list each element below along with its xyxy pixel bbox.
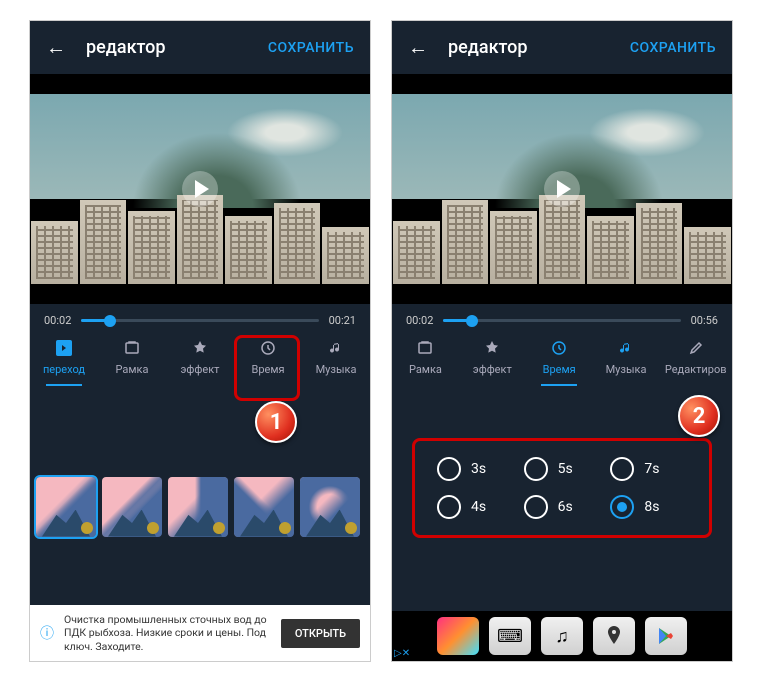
page-title: редактор <box>86 37 248 58</box>
time-option-3s[interactable]: 3s <box>437 457 514 481</box>
radio-icon <box>524 457 548 481</box>
thumb-2[interactable] <box>102 477 162 537</box>
frame-icon <box>123 339 141 357</box>
dock-app-play[interactable] <box>645 617 687 655</box>
frame-icon <box>416 339 434 357</box>
back-icon[interactable]: ← <box>408 35 428 60</box>
dock-app-likee[interactable] <box>437 617 479 655</box>
tab-effect[interactable]: эффект <box>172 339 228 386</box>
video-preview[interactable] <box>30 74 370 304</box>
thumb-4[interactable] <box>234 477 294 537</box>
tool-tabs: переход Рамка эффект Время Музыка 1 <box>30 333 370 398</box>
app-header: ← редактор СОХРАНИТЬ <box>392 21 732 74</box>
time-option-5s[interactable]: 5s <box>524 457 601 481</box>
time-option-6s[interactable]: 6s <box>524 495 601 519</box>
tab-label: Музыка <box>606 363 647 376</box>
tab-label: Время <box>543 363 576 376</box>
clock-icon <box>259 339 277 357</box>
ad-marker-icon[interactable]: ▷✕ <box>394 648 410 659</box>
screenshot-right: ← редактор СОХРАНИТЬ 00:02 00:56 Рамка э… <box>391 20 733 662</box>
music-icon <box>327 339 345 357</box>
save-button[interactable]: СОХРАНИТЬ <box>630 40 716 56</box>
time-option-7s[interactable]: 7s <box>610 457 687 481</box>
time-option-4s[interactable]: 4s <box>437 495 514 519</box>
tab-music[interactable]: Музыка <box>598 339 654 386</box>
time-option-8s[interactable]: 8s <box>610 495 687 519</box>
play-icon[interactable] <box>544 171 580 207</box>
star-icon <box>483 339 501 357</box>
ad-text: Очистка промышленных сточных вод до ПДК … <box>64 613 271 654</box>
page-title: редактор <box>448 37 610 58</box>
dock-app-location[interactable] <box>593 617 635 655</box>
play-icon[interactable] <box>182 171 218 207</box>
tool-tabs: Рамка эффект Время Музыка Редактиров 2 <box>392 333 732 398</box>
step-badge-2: 2 <box>678 395 720 437</box>
clock-icon <box>550 339 568 357</box>
edit-icon <box>687 339 705 357</box>
video-preview[interactable] <box>392 74 732 304</box>
thumb-3[interactable] <box>168 477 228 537</box>
tab-label: Музыка <box>316 363 357 376</box>
save-button[interactable]: СОХРАНИТЬ <box>268 40 354 56</box>
radio-icon <box>524 495 548 519</box>
radio-icon-checked <box>610 495 634 519</box>
tab-time[interactable]: Время <box>240 339 296 386</box>
star-icon <box>191 339 209 357</box>
thumb-1[interactable] <box>36 477 96 537</box>
time-total: 00:21 <box>329 314 356 327</box>
time-current: 00:02 <box>406 314 433 327</box>
thumb-5[interactable] <box>300 477 360 537</box>
ad-info-icon[interactable]: ⓘ <box>40 623 54 643</box>
tab-label: Рамка <box>409 363 442 376</box>
screenshot-left: ← редактор СОХРАНИТЬ 00:02 00:21 переход… <box>29 20 371 662</box>
radio-icon <box>437 457 461 481</box>
dock-app-music[interactable]: ♫ <box>541 617 583 655</box>
radio-icon <box>437 495 461 519</box>
tab-frame[interactable]: Рамка <box>104 339 160 386</box>
dock-app-keyboard[interactable]: ⌨ <box>489 617 531 655</box>
tab-frame[interactable]: Рамка <box>397 339 453 386</box>
tab-effect[interactable]: эффект <box>464 339 520 386</box>
tab-music[interactable]: Музыка <box>308 339 364 386</box>
app-header: ← редактор СОХРАНИТЬ <box>30 21 370 74</box>
radio-icon <box>610 457 634 481</box>
tab-time[interactable]: Время <box>531 339 587 386</box>
time-options-panel: 3s 5s 7s 4s 6s 8s <box>392 398 732 611</box>
time-total: 00:56 <box>691 314 718 327</box>
tab-label: эффект <box>473 363 512 376</box>
music-icon <box>617 339 635 357</box>
seek-track[interactable] <box>81 319 318 322</box>
tab-label: эффект <box>181 363 220 376</box>
tab-transition[interactable]: переход <box>36 339 92 386</box>
step-badge-1: 1 <box>255 401 297 443</box>
timeline[interactable]: 00:02 00:21 <box>30 304 370 333</box>
transition-thumbnails <box>30 398 370 605</box>
ad-open-button[interactable]: ОТКРЫТЬ <box>281 619 360 648</box>
tab-label: Редактиров <box>665 363 727 376</box>
timeline[interactable]: 00:02 00:56 <box>392 304 732 333</box>
time-current: 00:02 <box>44 314 71 327</box>
ad-banner[interactable]: ⓘ Очистка промышленных сточных вод до ПД… <box>30 605 370 661</box>
tab-label: Рамка <box>116 363 149 376</box>
suggested-apps-dock: ⌨ ♫ ▷✕ <box>392 611 732 661</box>
seek-track[interactable] <box>443 319 680 322</box>
time-options-grid: 3s 5s 7s 4s 6s 8s <box>412 438 712 538</box>
back-icon[interactable]: ← <box>46 35 66 60</box>
transition-icon <box>55 339 73 357</box>
tab-label: Время <box>251 363 284 376</box>
tab-label: переход <box>43 363 85 376</box>
tab-edit[interactable]: Редактиров <box>665 339 727 386</box>
